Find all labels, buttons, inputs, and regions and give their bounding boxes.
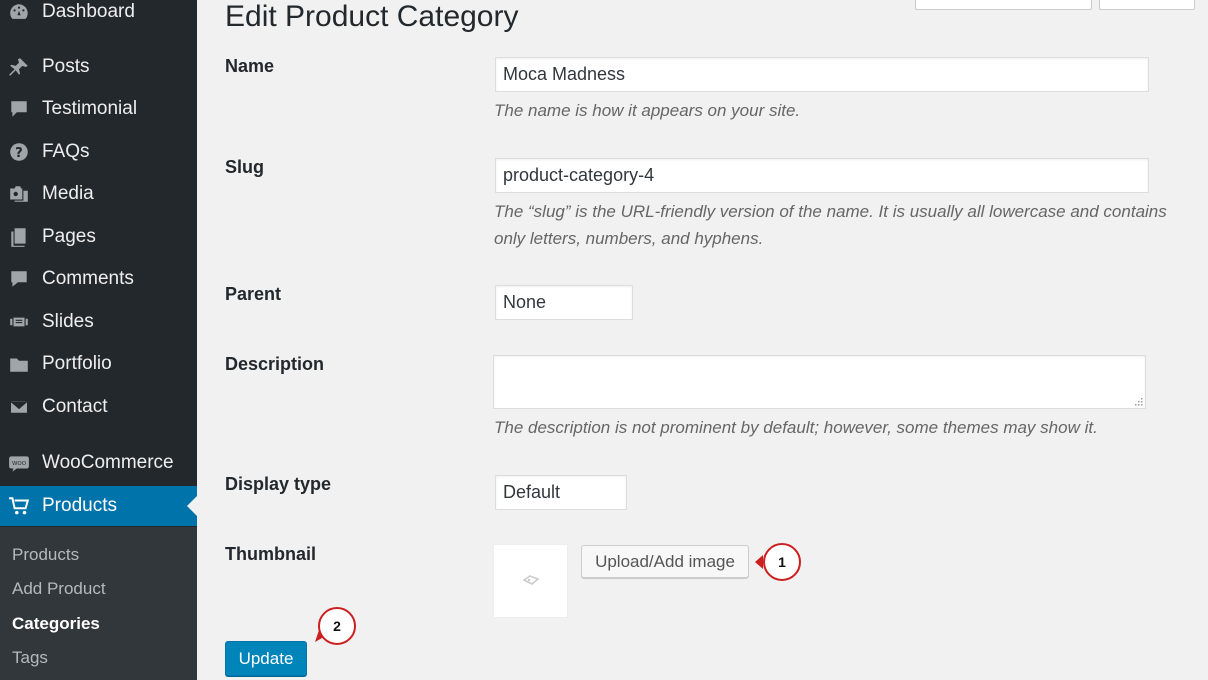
thumbnail-label: Thumbnail (225, 544, 316, 564)
parent-select[interactable]: None (495, 285, 633, 320)
callout-1-pointer (755, 555, 763, 569)
resize-grip-icon[interactable] (1133, 396, 1143, 406)
admin-sidebar: Dashboard Posts Testimonial ? FAQs Media… (0, 0, 197, 680)
submenu-item-categories[interactable]: Categories (12, 614, 100, 634)
thumbnail-placeholder (493, 544, 568, 618)
submenu-item-products[interactable]: Products (12, 545, 79, 565)
menu-label: Comments (42, 268, 134, 289)
description-textarea[interactable] (493, 355, 1146, 409)
screen-options-button[interactable] (915, 0, 1092, 10)
menu-item-posts[interactable]: Posts (0, 47, 197, 87)
description-label: Description (225, 354, 325, 374)
menu-label: Testimonial (42, 98, 138, 119)
pin-icon (8, 56, 30, 78)
callout-2: 2 (318, 607, 356, 645)
menu-item-pages[interactable]: Pages (0, 217, 197, 257)
comment-list-icon (8, 98, 30, 120)
name-description: The name is how it appears on your site. (494, 101, 801, 120)
menu-label: Pages (42, 226, 96, 247)
help-button[interactable] (1099, 0, 1195, 10)
page-title: Edit Product Category (225, 0, 519, 33)
parent-label: Parent (225, 284, 282, 304)
menu-item-woocommerce[interactable]: WOO WooCommerce (0, 443, 197, 483)
menu-label: Portfolio (42, 353, 112, 374)
image-placeholder-icon (521, 575, 540, 585)
svg-text:WOO: WOO (12, 461, 27, 467)
folder-icon (8, 353, 30, 375)
main-content: Edit Product Category Name Moca Madness … (197, 0, 1208, 680)
menu-item-media[interactable]: Media (0, 174, 197, 214)
comment-icon (8, 268, 30, 290)
menu-label: Dashboard (42, 1, 135, 22)
slug-description-line1: The “slug” is the URL-friendly version o… (494, 202, 1167, 221)
menu-item-dashboard[interactable]: Dashboard (0, 0, 197, 32)
menu-label: Slides (42, 311, 94, 332)
question-icon: ? (8, 141, 30, 163)
submenu-item-tags[interactable]: Tags (12, 648, 48, 668)
menu-label: Posts (42, 56, 90, 77)
submenu-item-add-product[interactable]: Add Product (12, 579, 106, 599)
upload-add-image-button[interactable]: Upload/Add image (581, 545, 749, 578)
menu-label: WooCommerce (42, 452, 174, 473)
media-icon (8, 183, 30, 205)
slug-description-line2: only letters, numbers, and hyphens. (494, 229, 764, 248)
cart-icon (8, 495, 30, 517)
dashboard-icon (8, 1, 30, 23)
slug-label: Slug (225, 157, 264, 177)
menu-label: FAQs (42, 141, 90, 162)
menu-item-portfolio[interactable]: Portfolio (0, 344, 197, 384)
menu-label: Products (42, 495, 117, 516)
name-label: Name (225, 56, 275, 76)
slug-input[interactable]: product-category-4 (495, 158, 1149, 193)
svg-text:?: ? (15, 146, 23, 161)
menu-label: Media (42, 183, 94, 204)
menu-item-products[interactable]: Products (0, 486, 197, 526)
envelope-icon (8, 396, 30, 418)
pages-icon (8, 226, 30, 248)
menu-item-contact[interactable]: Contact (0, 387, 197, 427)
display-type-select[interactable]: Default (495, 475, 627, 510)
woo-icon: WOO (8, 452, 30, 474)
display-type-label: Display type (225, 474, 332, 494)
menu-item-faqs[interactable]: ? FAQs (0, 132, 197, 172)
description-help: The description is not prominent by defa… (494, 418, 1098, 437)
update-button[interactable]: Update (225, 641, 307, 676)
menu-item-testimonial[interactable]: Testimonial (0, 89, 197, 129)
menu-item-comments[interactable]: Comments (0, 259, 197, 299)
menu-item-slides[interactable]: Slides (0, 302, 197, 342)
slides-icon (8, 311, 30, 333)
name-input[interactable]: Moca Madness (495, 57, 1149, 92)
callout-1: 1 (763, 543, 801, 581)
active-indicator (187, 496, 197, 516)
products-submenu: Products Add Product Categories Tags (0, 527, 197, 680)
menu-label: Contact (42, 396, 108, 417)
